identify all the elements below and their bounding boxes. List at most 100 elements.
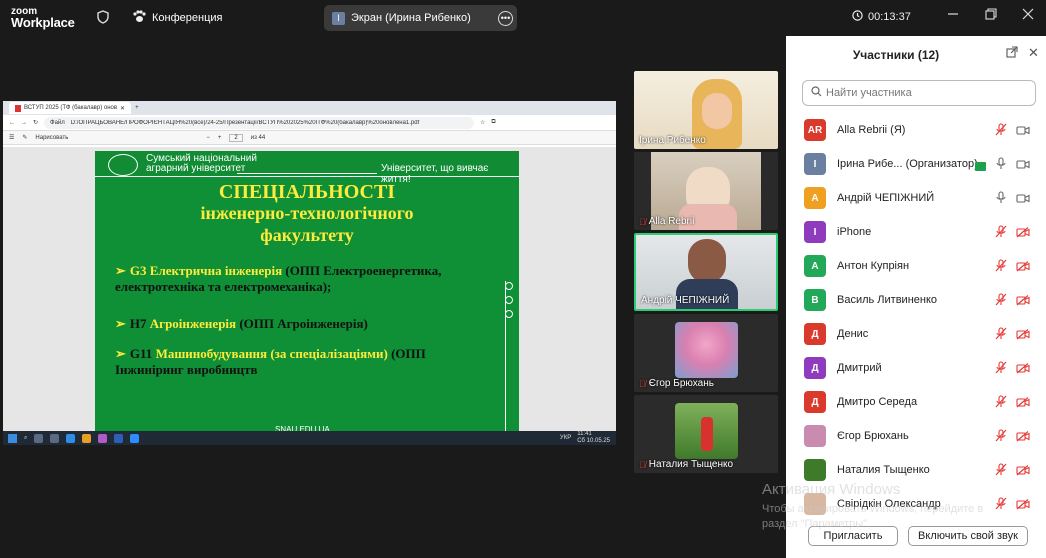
url-field[interactable]: Файл D:/ОПРАЦЬОВАНЕ/ПРОФОРІЄНТАЦІЯ%20(вс…	[44, 116, 475, 129]
mic-muted-icon[interactable]	[995, 463, 1007, 481]
taskbar-app-icon[interactable]	[34, 433, 44, 443]
participant-name: Василь Литвиненко	[837, 294, 938, 306]
logo-bottom: Workplace	[11, 15, 75, 30]
header-rule	[237, 173, 377, 174]
camera-off-icon[interactable]	[1016, 497, 1030, 515]
restore-icon[interactable]	[985, 8, 997, 23]
mic-muted-icon[interactable]	[995, 293, 1007, 311]
mic-muted-icon[interactable]	[995, 429, 1007, 447]
participant-row[interactable]: А Антон Купріян	[786, 249, 1046, 283]
camera-off-icon[interactable]	[1016, 327, 1030, 345]
draw-label[interactable]: Нарисовать	[35, 135, 68, 141]
extensions-icon[interactable]: ⧉	[491, 119, 495, 126]
conference-button[interactable]: Конференция	[132, 10, 222, 26]
taskbar-app-icon[interactable]	[82, 433, 92, 443]
mic-muted-icon[interactable]	[995, 327, 1007, 345]
participant-row[interactable]: AR Alla Rebrii (Я)	[786, 113, 1046, 147]
taskbar-app-icon[interactable]	[66, 433, 76, 443]
video-tile[interactable]: 🎙̸ Єгор Брюхань	[634, 314, 778, 392]
camera-icon[interactable]	[1016, 191, 1030, 209]
specialty-code: G3	[129, 263, 147, 278]
new-tab-icon[interactable]: +	[135, 105, 139, 111]
mic-icon[interactable]	[995, 191, 1007, 209]
taskbar-app-icon[interactable]	[114, 433, 124, 443]
camera-off-icon[interactable]	[1016, 395, 1030, 413]
participant-row[interactable]: Д Дмитрий	[786, 351, 1046, 385]
video-tile[interactable]: 🎙̸ Наталия Тыщенко	[634, 395, 778, 473]
participant-controls	[995, 327, 1030, 345]
tile-name: Андрій ЧЕПІЖНИЙ	[641, 295, 730, 306]
pdf-viewer: Сумський національний аграрний університ…	[3, 147, 616, 434]
tray-date: Сб 10.05.25	[577, 438, 610, 444]
browser-tab[interactable]: ВСТУП 2025 (ТФ (бакалавр) онов ✕	[9, 102, 132, 114]
search-input[interactable]	[826, 87, 1026, 99]
camera-off-icon[interactable]	[1016, 259, 1030, 277]
university-name-line2: аграрний університет	[146, 163, 246, 174]
video-tile[interactable]: 🎙̸ Alla Rebrii	[634, 152, 778, 230]
top-bar: zoom Workplace Конференция I Экран (Ирин…	[0, 0, 785, 36]
participant-row[interactable]: А Андрій ЧЕПІЖНИЙ	[786, 181, 1046, 215]
pdf-toolbar: ☰ ✎ Нарисовать − + 2 из 44	[3, 131, 616, 145]
reload-icon[interactable]: ↻	[33, 119, 38, 126]
screen-share-label: Экран (Ирина Рибенко)	[351, 12, 471, 24]
camera-off-icon[interactable]	[1016, 361, 1030, 379]
tile-name: 🎙̸ Наталия Тыщенко	[639, 459, 734, 470]
windows-taskbar: ⌕ УКР 11:41 Сб 10.05.25	[3, 431, 616, 445]
popout-icon[interactable]	[1006, 46, 1018, 61]
menu-icon[interactable]: ☰	[9, 134, 14, 141]
camera-off-icon[interactable]	[1016, 463, 1030, 481]
minimize-icon[interactable]	[947, 8, 959, 23]
search-box[interactable]	[802, 80, 1036, 106]
tab-close-icon[interactable]: ✕	[120, 105, 125, 112]
windows-start-icon[interactable]	[8, 433, 17, 443]
participant-row[interactable]: Єгор Брюхань	[786, 419, 1046, 453]
camera-off-icon[interactable]	[1016, 225, 1030, 243]
mic-muted-icon[interactable]	[995, 259, 1007, 277]
tile-name: Ірина Рибенко	[639, 135, 706, 146]
taskbar-app-icon[interactable]	[98, 433, 108, 443]
video-tile[interactable]: Андрій ЧЕПІЖНИЙ	[634, 233, 778, 311]
screen-share-indicator[interactable]: I Экран (Ирина Рибенко) •••	[324, 5, 517, 31]
specialty-name: Електрична інженерія	[149, 263, 283, 278]
taskbar-app-icon[interactable]	[130, 433, 140, 443]
camera-off-icon[interactable]	[1016, 429, 1030, 447]
zoom-in-icon[interactable]: +	[218, 135, 222, 141]
camera-off-icon[interactable]	[1016, 293, 1030, 311]
shield-icon[interactable]	[97, 10, 109, 27]
participant-row[interactable]: IiPhone	[786, 215, 1046, 249]
tray-lang[interactable]: УКР	[560, 435, 571, 441]
camera-icon[interactable]	[1016, 157, 1030, 175]
close-panel-icon[interactable]: ✕	[1028, 45, 1039, 61]
page-total: из 44	[250, 134, 266, 141]
mic-muted-icon[interactable]	[995, 123, 1007, 141]
participant-row[interactable]: Д Дмитро Середа	[786, 385, 1046, 419]
participant-row[interactable]: I Ірина Рибе... (Организатор)	[786, 147, 1046, 181]
back-icon[interactable]: ←	[9, 120, 15, 126]
video-tile[interactable]: Ірина Рибенко	[634, 71, 778, 149]
more-options-icon[interactable]: •••	[498, 10, 513, 26]
mic-muted-icon[interactable]	[995, 361, 1007, 379]
star-icon[interactable]: ☆	[480, 119, 485, 126]
shared-screen[interactable]: ВСТУП 2025 (ТФ (бакалавр) онов ✕ + ← → ↻…	[3, 101, 616, 445]
url-prefix: Файл	[50, 119, 65, 126]
mic-muted-icon[interactable]	[995, 395, 1007, 413]
close-icon[interactable]	[1022, 8, 1034, 23]
mic-muted-icon[interactable]	[995, 497, 1007, 515]
participant-controls	[995, 191, 1030, 209]
participant-row[interactable]: Д Денис	[786, 317, 1046, 351]
tray-clock[interactable]: 11:41 Сб 10.05.25	[577, 431, 610, 445]
forward-icon[interactable]: →	[21, 120, 27, 126]
bullet-icon: ➢	[115, 346, 126, 361]
draw-icon[interactable]: ✎	[22, 134, 27, 141]
participant-row[interactable]: В Василь Литвиненко	[786, 283, 1046, 317]
search-icon[interactable]: ⌕	[24, 435, 27, 442]
pdf-icon	[15, 104, 21, 112]
taskbar-app-icon[interactable]	[50, 433, 60, 443]
page-current[interactable]: 2	[229, 133, 243, 142]
specialty-code: H7	[129, 316, 147, 331]
mic-icon[interactable]	[995, 157, 1007, 175]
zoom-out-icon[interactable]: −	[206, 135, 210, 141]
participant-name: Денис	[837, 328, 869, 340]
camera-icon[interactable]	[1016, 123, 1030, 141]
mic-muted-icon[interactable]	[995, 225, 1007, 243]
